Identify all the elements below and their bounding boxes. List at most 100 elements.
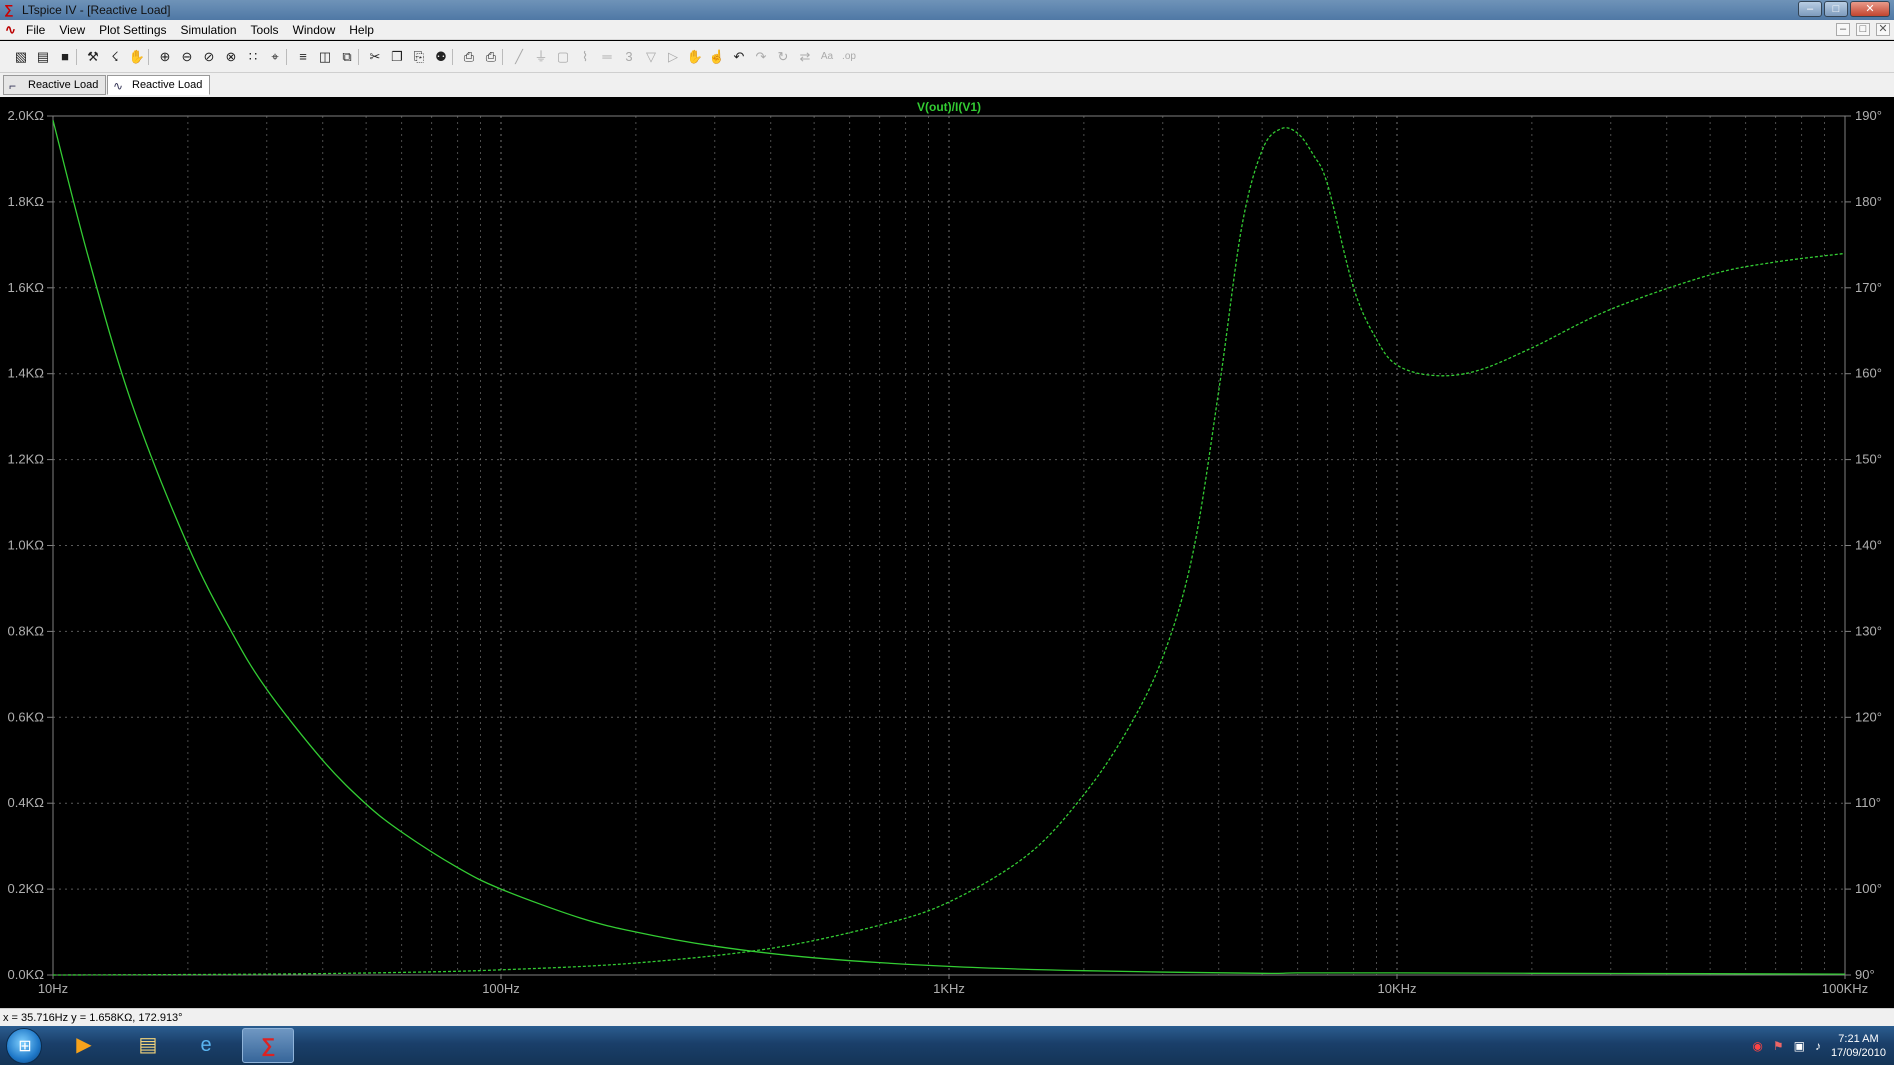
maximize-button[interactable]: □: [1824, 1, 1848, 17]
magnitude-point: [1708, 972, 1712, 976]
paste-icon[interactable]: ⎘: [410, 48, 428, 66]
toolbar-separator: [502, 49, 503, 65]
menu-file[interactable]: File: [26, 23, 45, 37]
phase-point: [1026, 853, 1030, 857]
autorange-icon[interactable]: ∷: [244, 48, 262, 66]
zoom-fit-icon[interactable]: ⊘: [200, 48, 218, 66]
folder-icon: ▤: [138, 1034, 158, 1056]
toolbar-separator: [452, 49, 453, 65]
component-icon[interactable]: ▷: [664, 48, 682, 66]
zoom-in-icon[interactable]: ⊕: [156, 48, 174, 66]
schematic-icon: ⌐: [9, 79, 17, 93]
rotate-icon[interactable]: ↻: [774, 48, 792, 66]
halt-icon[interactable]: ✋: [128, 48, 146, 66]
magnitude-point: [456, 866, 460, 870]
print-preview-icon[interactable]: ⎙: [460, 48, 478, 66]
diode-icon[interactable]: ▽: [642, 48, 660, 66]
volume-icon[interactable]: ♪: [1815, 1039, 1821, 1053]
child-close-button[interactable]: ✕: [1876, 23, 1890, 36]
magnitude-point: [578, 916, 582, 920]
cascade-icon[interactable]: ⧉: [338, 48, 356, 66]
start-button[interactable]: ⊞: [6, 1028, 42, 1064]
phase-point: [947, 900, 951, 904]
close-button[interactable]: ✕: [1850, 1, 1890, 17]
taskbar-explorer[interactable]: ▤: [122, 1028, 174, 1063]
redo-icon[interactable]: ↷: [752, 48, 770, 66]
menu-plot-settings[interactable]: Plot Settings: [99, 23, 166, 37]
magnitude-point: [400, 830, 404, 834]
spice-directive-icon[interactable]: .op: [840, 48, 858, 66]
ground-icon[interactable]: ⏚: [532, 48, 550, 66]
windows-logo-icon: ⊞: [18, 1038, 32, 1055]
phase-point: [51, 973, 55, 977]
capacitor-icon[interactable]: ═: [598, 48, 616, 66]
copy-icon[interactable]: ❐: [388, 48, 406, 66]
drag-icon[interactable]: ☝: [708, 48, 726, 66]
toolbar-separator: [76, 49, 77, 65]
wire-icon[interactable]: ╱: [510, 48, 528, 66]
action-center-icon[interactable]: ⚑: [1773, 1039, 1784, 1053]
minimize-button[interactable]: –: [1798, 1, 1822, 17]
tab-schematic[interactable]: ⌐ Reactive Load: [3, 75, 106, 95]
y-left-tick-label: 1.6KΩ: [8, 280, 45, 295]
phase-point: [1240, 226, 1244, 230]
bode-chart[interactable]: 10Hz 100Hz 1KHz 10KHz 100KHz 2.0KΩ 1.8KΩ 1.6KΩ 1…: [0, 97, 1894, 1008]
find-icon[interactable]: ⚉: [432, 48, 450, 66]
resistor-icon[interactable]: ⌇: [576, 48, 594, 66]
magnitude-point: [1843, 972, 1847, 976]
phase-point: [499, 968, 503, 972]
control-panel-icon[interactable]: ⚒: [84, 48, 102, 66]
magnitude-point: [130, 402, 134, 406]
magnitude-point: [947, 964, 951, 968]
menu-window[interactable]: Window: [293, 23, 336, 37]
text-icon[interactable]: Aa: [818, 48, 836, 66]
phase-point: [400, 970, 404, 974]
phase-point: [1082, 793, 1086, 797]
y-left-tick-label: 0.0KΩ: [8, 967, 45, 982]
taskbar-ltspice[interactable]: ∑: [242, 1028, 294, 1063]
y-right-tick-label: 110°: [1855, 795, 1881, 810]
y-right-tick-label: 130°: [1855, 623, 1882, 638]
ltspice-window: ∑ LTspice IV - [Reactive Load] – □ ✕ ∿ F…: [0, 0, 1894, 1065]
taskbar-internet-explorer[interactable]: e: [180, 1028, 232, 1063]
move-icon[interactable]: ✋: [686, 48, 704, 66]
system-tray: ◉ ⚑ ▣ ♪ 7:21 AM 17/09/2010: [1752, 1026, 1886, 1065]
new-schematic-icon[interactable]: ▧: [12, 48, 30, 66]
y-left-tick-label: 0.4KΩ: [8, 795, 45, 810]
menu-simulation[interactable]: Simulation: [181, 23, 237, 37]
document-menu-icon[interactable]: ∿: [5, 23, 19, 37]
label-icon[interactable]: ▢: [554, 48, 572, 66]
phase-point: [1774, 260, 1778, 264]
inductor-icon[interactable]: 3: [620, 48, 638, 66]
print-icon[interactable]: ⎙: [482, 48, 500, 66]
open-icon[interactable]: ▤: [34, 48, 52, 66]
run-icon[interactable]: ☇: [106, 48, 124, 66]
menu-help[interactable]: Help: [349, 23, 374, 37]
waveform-icon: ∿: [113, 79, 124, 93]
tile-vertical-icon[interactable]: ◫: [316, 48, 334, 66]
zoom-out-icon[interactable]: ⊖: [178, 48, 196, 66]
menu-tools[interactable]: Tools: [251, 23, 279, 37]
internet-explorer-icon: e: [200, 1034, 212, 1056]
menu-view[interactable]: View: [59, 23, 85, 37]
network-icon[interactable]: ▣: [1794, 1039, 1805, 1053]
child-minimize-button[interactable]: –: [1836, 23, 1850, 36]
phase-point: [1279, 127, 1283, 131]
phase-point: [878, 923, 882, 927]
taskbar-media-player[interactable]: ▶: [58, 1028, 110, 1063]
tab-waveform[interactable]: ∿ Reactive Load: [107, 75, 210, 95]
tile-horizontal-icon[interactable]: ≡: [294, 48, 312, 66]
save-icon[interactable]: ■: [56, 48, 74, 66]
clock[interactable]: 7:21 AM 17/09/2010: [1831, 1032, 1886, 1060]
trace-name-label[interactable]: V(out)/I(V1): [917, 100, 981, 114]
magnitude-point: [499, 887, 503, 891]
mirror-icon[interactable]: ⇄: [796, 48, 814, 66]
zoom-cancel-icon[interactable]: ⊗: [222, 48, 240, 66]
antivirus-icon[interactable]: ◉: [1752, 1039, 1762, 1053]
toolbar-separator: [148, 49, 149, 65]
undo-icon[interactable]: ↶: [730, 48, 748, 66]
child-restore-button[interactable]: □: [1856, 23, 1870, 36]
add-trace-icon[interactable]: ⌖: [266, 48, 284, 66]
cut-icon[interactable]: ✂: [366, 48, 384, 66]
waveform-plot-pane[interactable]: 10Hz 100Hz 1KHz 10KHz 100KHz 2.0KΩ 1.8KΩ 1.6KΩ 1…: [0, 97, 1894, 1008]
